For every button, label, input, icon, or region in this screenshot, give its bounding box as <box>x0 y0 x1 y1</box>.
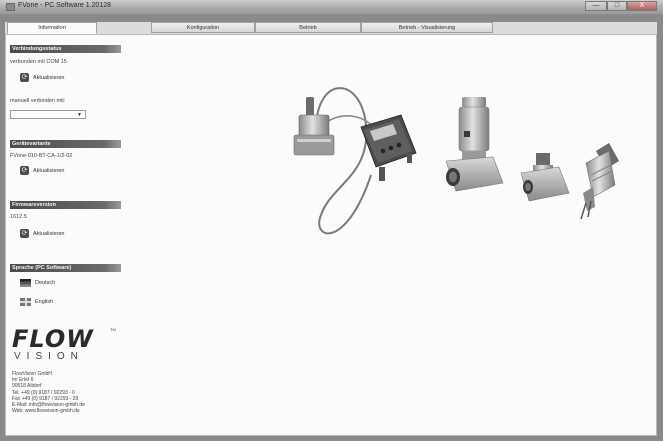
connection-header: Verbindungsstatus <box>10 45 121 53</box>
logo-sub-text: VISION <box>14 351 84 362</box>
language-deutsch-label: Deutsch <box>35 280 56 286</box>
close-button[interactable]: X <box>627 1 657 11</box>
address-line: Web: www.flowvision-gmbh.de <box>12 408 80 415</box>
german-flag-icon <box>20 279 31 287</box>
device-variant: FVone-010-BT-CA-1/2-02 <box>10 153 73 159</box>
tab-betrieb[interactable]: Betrieb <box>255 22 361 33</box>
address-line: Tel. +49 (0) 9187 / 92293 - 0 <box>12 389 75 396</box>
firmware-refresh-label: Aktualisieren <box>33 230 65 237</box>
device-refresh-button[interactable]: ⟳ Aktualisieren <box>20 165 65 176</box>
language-header: Sprache (PC Software) <box>10 264 121 272</box>
app-window: FVone - PC Software 1.20128 — □ X Inform… <box>0 0 663 441</box>
title-bar[interactable]: FVone - PC Software 1.20128 — □ X <box>0 0 663 14</box>
window-title: FVone - PC Software 1.20128 <box>18 2 111 9</box>
logo-main-text: FLOW <box>12 325 94 353</box>
app-icon <box>6 3 15 11</box>
tab-information[interactable]: Information <box>7 22 97 34</box>
content-panel: Verbindungsstatus verbunden mit COM 15 ⟳… <box>5 34 657 436</box>
connection-status: verbunden mit COM 15 <box>10 59 67 65</box>
refresh-icon: ⟳ <box>20 166 29 175</box>
flow-sensor-large <box>445 97 504 192</box>
device-refresh-label: Aktualisieren <box>33 167 65 174</box>
probe-sensor <box>580 143 619 220</box>
language-english[interactable]: English <box>20 298 53 306</box>
tab-konfiguration[interactable]: Konfiguration <box>151 22 255 33</box>
language-english-label: English <box>35 299 54 305</box>
port-select[interactable]: ▼ <box>10 110 86 119</box>
product-image <box>293 87 619 235</box>
manual-connect-label: manuell verbinden mit: <box>10 98 66 104</box>
maximize-button[interactable]: □ <box>607 1 627 11</box>
language-deutsch[interactable]: Deutsch <box>20 279 55 287</box>
firmware-header: Firmwareversion <box>10 201 121 209</box>
chevron-down-icon: ▼ <box>77 112 82 118</box>
firmware-version: 1612.5 <box>10 214 27 220</box>
company-address: FlowVision GmbH Im Erlet 6 90518 Altdorf… <box>12 371 85 414</box>
refresh-icon: ⟳ <box>20 229 29 238</box>
tab-strip: Information Konfiguration Betrieb Betrie… <box>5 22 657 34</box>
sidebar: Verbindungsstatus verbunden mit COM 15 ⟳… <box>6 35 131 435</box>
uk-flag-icon <box>20 298 31 306</box>
connection-refresh-label: Aktualisieren <box>33 74 65 81</box>
flowvision-logo: FLOW VISION TM <box>12 325 116 363</box>
main-area <box>131 35 656 435</box>
refresh-icon: ⟳ <box>20 73 29 82</box>
display-unit <box>360 114 417 181</box>
cable-sensor <box>293 87 380 235</box>
firmware-refresh-button[interactable]: ⟳ Aktualisieren <box>20 228 65 239</box>
tab-betrieb-visualisierung[interactable]: Betrieb - Visualisierung <box>361 22 493 33</box>
connection-refresh-button[interactable]: ⟳ Aktualisieren <box>20 72 65 83</box>
device-header: Gerätevariante <box>10 140 121 148</box>
logo-trademark: TM <box>110 327 116 332</box>
flow-sensor-small <box>520 153 570 202</box>
minimize-button[interactable]: — <box>585 1 607 11</box>
